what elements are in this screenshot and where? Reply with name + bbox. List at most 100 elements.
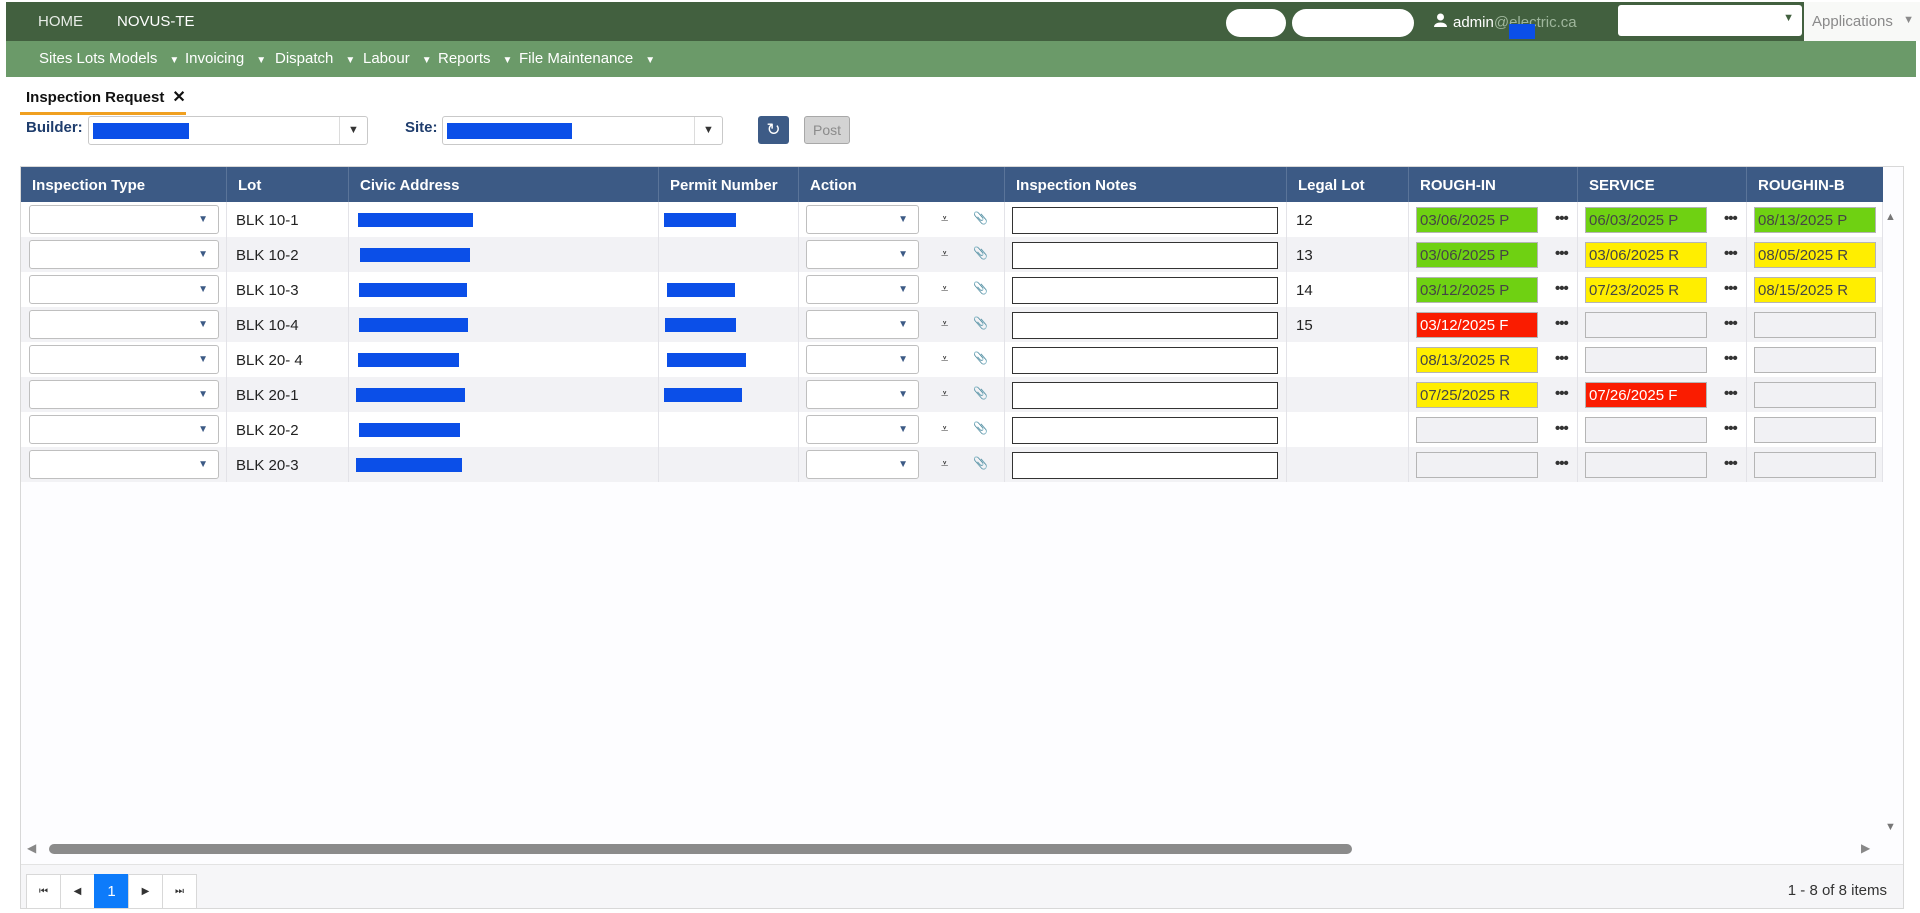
paperclip-icon[interactable]: 📎 <box>973 421 988 435</box>
ellipsis-icon[interactable]: ••• <box>1555 280 1569 297</box>
ellipsis-icon[interactable]: ••• <box>1555 385 1569 402</box>
filter-icon[interactable]: ⩡ <box>941 211 948 227</box>
ellipsis-icon[interactable]: ••• <box>1724 385 1738 402</box>
menu-file-maintenance[interactable]: File Maintenance ▼ <box>519 50 655 67</box>
scroll-up-icon[interactable]: ▲ <box>1885 211 1896 223</box>
prev-page-button[interactable]: ◀ <box>60 874 95 908</box>
service-status-badge[interactable]: 03/06/2025 R <box>1585 242 1707 268</box>
refresh-button[interactable]: ↻ <box>758 116 789 144</box>
menu-labour[interactable]: Labour ▼ <box>363 50 432 67</box>
inspection-type-select[interactable]: ▼ <box>29 205 219 234</box>
service-status-badge[interactable] <box>1585 347 1707 373</box>
paperclip-icon[interactable]: 📎 <box>973 246 988 260</box>
rough-status-badge[interactable]: 03/06/2025 P <box>1416 207 1538 233</box>
ellipsis-icon[interactable]: ••• <box>1724 350 1738 367</box>
ellipsis-icon[interactable]: ••• <box>1724 420 1738 437</box>
scroll-down-icon[interactable]: ▼ <box>1885 821 1896 833</box>
action-select[interactable]: ▼ <box>806 275 919 304</box>
scroll-left-icon[interactable]: ◀ <box>27 841 36 855</box>
header-inspection-notes[interactable]: Inspection Notes <box>1005 167 1287 202</box>
paperclip-icon[interactable]: 📎 <box>973 316 988 330</box>
header-rough-in[interactable]: ROUGH-IN <box>1409 167 1578 202</box>
inspection-type-select[interactable]: ▼ <box>29 380 219 409</box>
filter-icon[interactable]: ⩡ <box>941 281 948 297</box>
filter-icon[interactable]: ⩡ <box>941 421 948 437</box>
inspection-type-select[interactable]: ▼ <box>29 310 219 339</box>
roughb-status-badge[interactable]: 08/15/2025 R <box>1754 277 1876 303</box>
rough-status-badge[interactable] <box>1416 417 1538 443</box>
ellipsis-icon[interactable]: ••• <box>1555 315 1569 332</box>
filter-icon[interactable]: ⩡ <box>941 456 948 472</box>
header-lot[interactable]: Lot <box>227 167 349 202</box>
menu-sites-lots-models[interactable]: Sites Lots Models ▼ <box>39 50 179 67</box>
ellipsis-icon[interactable]: ••• <box>1724 455 1738 472</box>
service-status-badge[interactable]: 07/26/2025 F <box>1585 382 1707 408</box>
action-select[interactable]: ▼ <box>806 240 919 269</box>
header-action[interactable]: Action <box>799 167 1005 202</box>
inspection-type-select[interactable]: ▼ <box>29 415 219 444</box>
action-select[interactable]: ▼ <box>806 345 919 374</box>
paperclip-icon[interactable]: 📎 <box>973 281 988 295</box>
inspection-notes-input[interactable] <box>1012 242 1278 269</box>
filter-icon[interactable]: ⩡ <box>941 351 948 367</box>
inspection-notes-input[interactable] <box>1012 207 1278 234</box>
header-permit-number[interactable]: Permit Number <box>659 167 799 202</box>
top-select[interactable]: ▼ <box>1618 5 1802 36</box>
inspection-type-select[interactable]: ▼ <box>29 240 219 269</box>
inspection-notes-input[interactable] <box>1012 452 1278 479</box>
scroll-right-icon[interactable]: ▶ <box>1861 841 1870 855</box>
filter-icon[interactable]: ⩡ <box>941 246 948 262</box>
top-pill-button-2[interactable] <box>1292 9 1414 37</box>
horizontal-scrollbar[interactable] <box>49 844 1352 854</box>
inspection-type-select[interactable]: ▼ <box>29 275 219 304</box>
page-1-button[interactable]: 1 <box>94 874 129 908</box>
caret-down-icon[interactable]: ▼ <box>694 117 722 144</box>
roughb-status-badge[interactable]: 08/05/2025 R <box>1754 242 1876 268</box>
action-select[interactable]: ▼ <box>806 415 919 444</box>
rough-status-badge[interactable] <box>1416 452 1538 478</box>
first-page-button[interactable]: ⏮ <box>26 874 61 908</box>
top-pill-button-1[interactable] <box>1226 9 1286 37</box>
tab-inspection-request[interactable]: Inspection Request ✕ <box>20 86 186 115</box>
site-select[interactable]: ▼ <box>442 116 723 145</box>
roughb-status-badge[interactable] <box>1754 452 1876 478</box>
ellipsis-icon[interactable]: ••• <box>1724 315 1738 332</box>
rough-status-badge[interactable]: 08/13/2025 R <box>1416 347 1538 373</box>
roughb-status-badge[interactable] <box>1754 347 1876 373</box>
close-icon[interactable]: ✕ <box>172 89 185 106</box>
header-roughin-b[interactable]: ROUGHIN-B <box>1747 167 1883 202</box>
service-status-badge[interactable] <box>1585 417 1707 443</box>
inspection-notes-input[interactable] <box>1012 382 1278 409</box>
paperclip-icon[interactable]: 📎 <box>973 351 988 365</box>
service-status-badge[interactable] <box>1585 312 1707 338</box>
rough-status-badge[interactable]: 03/12/2025 P <box>1416 277 1538 303</box>
header-legal-lot[interactable]: Legal Lot <box>1287 167 1409 202</box>
nav-app-link[interactable]: NOVUS-TE <box>117 13 195 30</box>
ellipsis-icon[interactable]: ••• <box>1724 280 1738 297</box>
action-select[interactable]: ▼ <box>806 310 919 339</box>
next-page-button[interactable]: ▶ <box>128 874 163 908</box>
action-select[interactable]: ▼ <box>806 450 919 479</box>
roughb-status-badge[interactable]: 08/13/2025 P <box>1754 207 1876 233</box>
action-select[interactable]: ▼ <box>806 380 919 409</box>
caret-down-icon[interactable]: ▼ <box>339 117 367 144</box>
user-menu[interactable]: admin@ electric.ca <box>1434 13 1577 39</box>
ellipsis-icon[interactable]: ••• <box>1555 210 1569 227</box>
ellipsis-icon[interactable]: ••• <box>1555 455 1569 472</box>
menu-reports[interactable]: Reports ▼ <box>438 50 512 67</box>
rough-status-badge[interactable]: 03/12/2025 F <box>1416 312 1538 338</box>
ellipsis-icon[interactable]: ••• <box>1724 210 1738 227</box>
inspection-notes-input[interactable] <box>1012 347 1278 374</box>
menu-invoicing[interactable]: Invoicing ▼ <box>185 50 266 67</box>
inspection-notes-input[interactable] <box>1012 417 1278 444</box>
ellipsis-icon[interactable]: ••• <box>1555 245 1569 262</box>
paperclip-icon[interactable]: 📎 <box>973 386 988 400</box>
filter-icon[interactable]: ⩡ <box>941 386 948 402</box>
service-status-badge[interactable]: 06/03/2025 P <box>1585 207 1707 233</box>
roughb-status-badge[interactable] <box>1754 417 1876 443</box>
inspection-type-select[interactable]: ▼ <box>29 450 219 479</box>
paperclip-icon[interactable]: 📎 <box>973 456 988 470</box>
header-civic-address[interactable]: Civic Address <box>349 167 659 202</box>
ellipsis-icon[interactable]: ••• <box>1555 420 1569 437</box>
applications-menu[interactable]: Applications ▼ <box>1804 2 1920 41</box>
